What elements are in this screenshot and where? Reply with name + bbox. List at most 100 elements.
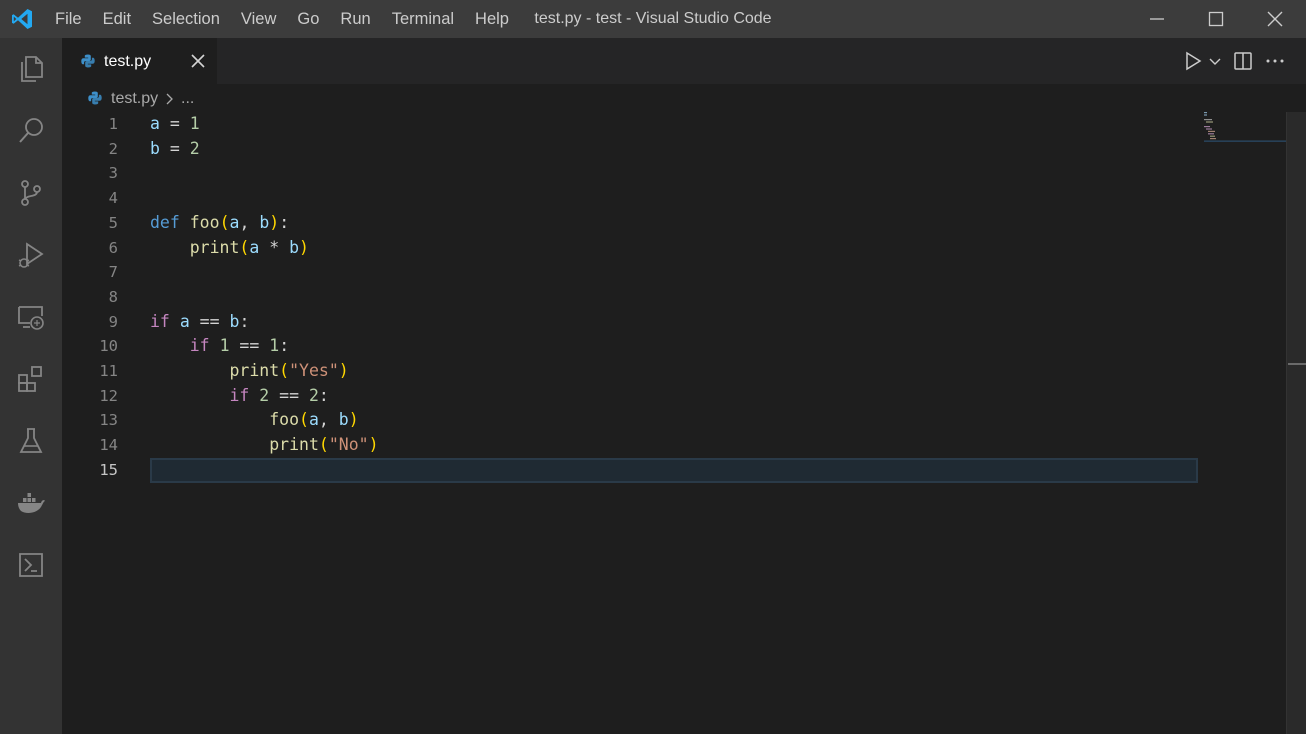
breadcrumb-file[interactable]: test.py xyxy=(111,84,158,114)
code-token: foo xyxy=(189,212,220,232)
code-token: ( xyxy=(279,361,290,380)
docker-icon[interactable] xyxy=(12,484,50,522)
code-text: if 2 == 2: xyxy=(150,384,328,409)
vscode-logo-icon xyxy=(10,7,34,31)
menu-terminal[interactable]: Terminal xyxy=(381,0,464,38)
code-token: ( xyxy=(318,435,329,455)
line-number: 15 xyxy=(99,460,118,479)
maximize-button[interactable] xyxy=(1187,0,1245,38)
code-token: = xyxy=(159,114,190,133)
code-editor[interactable]: 1a = 12b = 2 3 4 5 def foo(a, b): 6 print(a *… xyxy=(62,112,1286,734)
code-token: if xyxy=(229,385,250,405)
code-text: if 1 == 1: xyxy=(150,334,289,359)
explorer-icon[interactable] xyxy=(12,50,50,88)
code-line: 10 if 1 == 1: xyxy=(62,334,1286,359)
tab-label: test.py xyxy=(104,53,152,70)
code-token: ( xyxy=(299,410,309,430)
more-actions-icon[interactable] xyxy=(1264,50,1286,72)
code-token: b xyxy=(289,237,300,257)
powershell-icon[interactable] xyxy=(12,546,50,584)
minimap[interactable] xyxy=(1204,112,1286,142)
code-token: b xyxy=(150,138,160,158)
code-token: , xyxy=(318,410,339,430)
code-token: = xyxy=(159,138,190,158)
line-number: 9 xyxy=(108,312,118,331)
menu-run[interactable]: Run xyxy=(330,0,381,38)
line-number: 4 xyxy=(108,189,118,208)
code-token: , xyxy=(239,212,260,232)
run-debug-icon[interactable] xyxy=(12,236,50,274)
menu-go[interactable]: Go xyxy=(287,0,330,38)
tab-test-py[interactable]: test.py xyxy=(62,38,217,84)
code-token: 2 xyxy=(308,385,319,405)
vertical-scrollbar[interactable] xyxy=(1286,112,1306,734)
search-icon[interactable] xyxy=(12,112,50,150)
breadcrumb-more[interactable]: ... xyxy=(181,84,194,114)
code-token: ( xyxy=(239,237,250,257)
menu-selection[interactable]: Selection xyxy=(142,0,231,38)
code-token: * xyxy=(259,237,290,257)
code-line: 2b = 2 xyxy=(62,137,1286,162)
run-python-file-icon[interactable] xyxy=(1182,50,1204,72)
run-dropdown-chevron-down-icon[interactable] xyxy=(1208,50,1222,72)
code-token: == xyxy=(189,311,230,331)
line-number: 8 xyxy=(108,287,118,306)
menu-file[interactable]: File xyxy=(55,0,92,38)
python-file-icon xyxy=(81,54,95,73)
code-token: 1 xyxy=(189,114,200,133)
code-line: 14 print("No") xyxy=(62,433,1286,458)
close-window-button[interactable] xyxy=(1246,0,1304,38)
code-token: foo xyxy=(269,410,300,430)
minimize-icon xyxy=(1150,18,1164,20)
code-token: "No" xyxy=(328,435,369,455)
code-line: 12 if 2 == 2: xyxy=(62,384,1286,409)
code-text: print("Yes") xyxy=(150,359,348,384)
python-file-icon xyxy=(88,91,102,110)
code-token: : xyxy=(279,212,290,232)
split-editor-icon[interactable] xyxy=(1232,50,1254,72)
code-token: ) xyxy=(368,435,379,455)
code-token: a xyxy=(249,237,260,257)
code-token: 2 xyxy=(189,138,200,158)
maximize-icon xyxy=(1208,11,1224,27)
line-number: 5 xyxy=(108,213,118,232)
code-text: foo(a, b) xyxy=(150,408,359,433)
code-token: a xyxy=(150,114,160,133)
menu-view[interactable]: View xyxy=(230,0,286,38)
line-number: 13 xyxy=(99,411,118,430)
code-token: print xyxy=(269,435,319,455)
close-icon xyxy=(1267,11,1283,27)
minimize-button[interactable] xyxy=(1128,0,1186,38)
code-text: def foo(a, b): xyxy=(150,211,289,236)
code-text: a = 1 xyxy=(150,112,200,137)
code-token: b xyxy=(259,212,270,232)
title-bar: File Edit Selection View Go Run Terminal… xyxy=(0,0,1306,38)
code-token: == xyxy=(229,336,270,356)
code-line: 15 xyxy=(62,458,1286,483)
extensions-icon[interactable] xyxy=(12,360,50,398)
testing-icon[interactable] xyxy=(12,422,50,460)
menu-help[interactable]: Help xyxy=(465,0,520,38)
menu-edit[interactable]: Edit xyxy=(92,0,141,38)
code-text: print(a * b) xyxy=(150,236,309,261)
source-control-icon[interactable] xyxy=(12,174,50,212)
code-line: 5 def foo(a, b): xyxy=(62,211,1286,236)
tab-close-icon[interactable] xyxy=(188,51,208,71)
code-token: "Yes" xyxy=(289,361,339,380)
code-token: ) xyxy=(348,410,359,430)
code-line: 3 xyxy=(62,161,1286,186)
code-token: print xyxy=(189,237,240,257)
code-token: print xyxy=(229,361,280,380)
line-number: 12 xyxy=(99,386,118,405)
code-token: a xyxy=(308,410,319,430)
line-number: 6 xyxy=(108,238,118,257)
remote-explorer-icon[interactable] xyxy=(12,298,50,336)
activity-bar xyxy=(0,38,62,734)
code-token: ) xyxy=(269,212,280,232)
line-number: 1 xyxy=(108,115,118,133)
